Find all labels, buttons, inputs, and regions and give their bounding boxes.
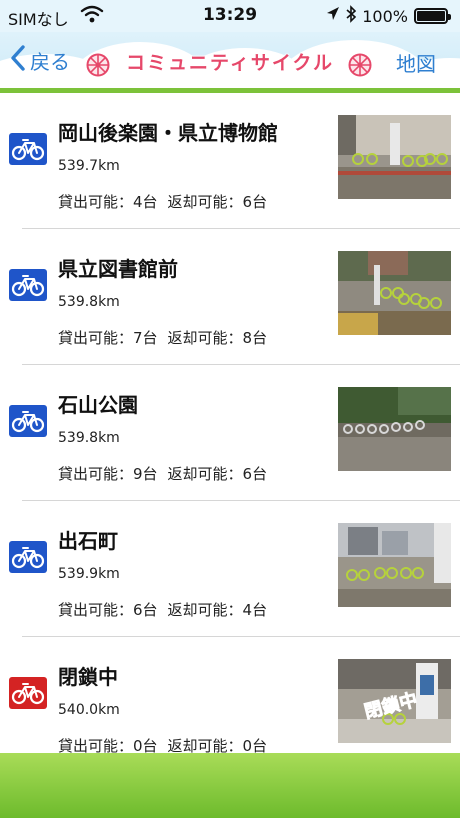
status-bar: SIMなし 13:29 100% <box>0 0 460 32</box>
return-count: 返却可能：4台 <box>167 601 268 619</box>
bluetooth-icon <box>346 5 357 27</box>
station-availability: 貸出可能：9台 返却可能：6台 <box>58 463 267 484</box>
return-count: 返却可能：8台 <box>167 329 268 347</box>
station-distance: 539.8km <box>58 294 120 310</box>
station-row[interactable]: 出石町 539.9km 貸出可能：6台 返却可能：4台 <box>0 501 460 637</box>
station-name: 閉鎖中 <box>58 665 118 689</box>
station-photo <box>338 115 451 199</box>
station-row[interactable]: 閉鎖中 540.0km 貸出可能：0台 返却可能：0台 閉鎖中 <box>0 637 460 753</box>
station-row[interactable]: 石山公園 539.8km 貸出可能：9台 返却可能：6台 <box>0 365 460 501</box>
battery-icon <box>414 8 451 24</box>
battery-percent: 100% <box>362 6 408 26</box>
station-availability: 貸出可能：4台 返却可能：6台 <box>58 191 267 212</box>
return-count: 返却可能：0台 <box>167 737 268 753</box>
station-photo <box>338 523 451 607</box>
station-distance: 539.9km <box>58 566 120 582</box>
station-distance: 540.0km <box>58 702 120 718</box>
station-distance: 539.7km <box>58 158 120 174</box>
station-availability: 貸出可能：7台 返却可能：8台 <box>58 327 267 348</box>
station-list[interactable]: 岡山後楽園・県立博物館 539.7km 貸出可能：4台 返却可能：6台 県立図書… <box>0 93 460 753</box>
bicycle-icon <box>9 269 47 301</box>
map-button[interactable]: 地図 <box>396 48 436 77</box>
bottom-bar <box>0 753 460 818</box>
wheel-right-icon <box>348 53 372 81</box>
return-count: 返却可能：6台 <box>167 193 268 211</box>
lend-count: 貸出可能：0台 <box>58 737 158 753</box>
station-distance: 539.8km <box>58 430 120 446</box>
station-name: 出石町 <box>58 529 118 553</box>
lend-count: 貸出可能：7台 <box>58 329 158 347</box>
bicycle-icon <box>9 677 47 709</box>
bicycle-icon <box>9 541 47 573</box>
station-row[interactable]: 県立図書館前 539.8km 貸出可能：7台 返却可能：8台 <box>0 229 460 365</box>
navigation-bar: 戻る コミュニティサイクル 地図 <box>0 32 460 88</box>
page-title-text: コミュニティサイクル <box>126 52 334 74</box>
station-availability: 貸出可能：6台 返却可能：4台 <box>58 599 267 620</box>
station-name: 岡山後楽園・県立博物館 <box>58 121 278 145</box>
location-arrow-icon <box>326 6 340 26</box>
lend-count: 貸出可能：4台 <box>58 193 158 211</box>
bicycle-icon <box>9 405 47 437</box>
station-row[interactable]: 岡山後楽園・県立博物館 539.7km 貸出可能：4台 返却可能：6台 <box>0 93 460 229</box>
station-availability: 貸出可能：0台 返却可能：0台 <box>58 735 267 753</box>
station-name: 石山公園 <box>58 393 138 417</box>
station-name: 県立図書館前 <box>58 257 178 281</box>
station-photo: 閉鎖中 <box>338 659 451 743</box>
lend-count: 貸出可能：6台 <box>58 601 158 619</box>
station-photo <box>338 387 451 471</box>
station-photo <box>338 251 451 335</box>
bicycle-icon <box>9 133 47 165</box>
lend-count: 貸出可能：9台 <box>58 465 158 483</box>
page-title: コミュニティサイクル <box>0 48 460 75</box>
return-count: 返却可能：6台 <box>167 465 268 483</box>
